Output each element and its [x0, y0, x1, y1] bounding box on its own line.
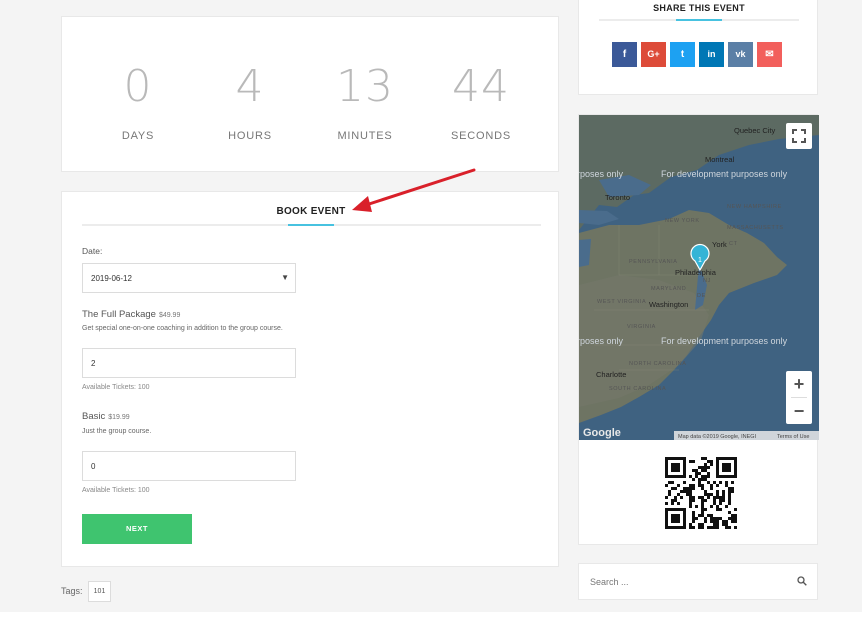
qr-code: [665, 457, 737, 529]
vk-icon[interactable]: vk: [728, 42, 753, 67]
package-basic-availability: Available Tickets: 100: [82, 487, 150, 494]
facebook-icon[interactable]: f: [612, 42, 637, 67]
date-select-value: 2019-06-12: [91, 274, 132, 283]
book-event-card: BOOK EVENT Date: 2019-06-12 ▼ The Full P…: [61, 191, 559, 567]
map-card: rposes only For development purposes onl…: [578, 114, 819, 545]
package-full-title: The Full Package $49.99: [82, 309, 180, 320]
share-card: SHARE THIS EVENT f G+ t in vk ✉: [578, 0, 818, 95]
map-label-de: DE: [697, 293, 706, 299]
package-basic-name: Basic: [82, 411, 106, 422]
package-full-description: Get special one-on-one coaching in addit…: [82, 325, 283, 332]
map-label-philadelphia: Philadelphia: [675, 268, 717, 277]
date-select[interactable]: 2019-06-12 ▼: [82, 263, 296, 293]
search-input[interactable]: Search ...: [590, 577, 629, 587]
package-basic-description: Just the group course.: [82, 428, 152, 435]
map-fullscreen-button[interactable]: [786, 123, 812, 149]
tag-item[interactable]: 101: [88, 581, 111, 602]
map-zoom-controls: + −: [786, 371, 812, 424]
package-basic-quantity-input[interactable]: 0: [82, 451, 296, 481]
fullscreen-icon: [792, 129, 806, 143]
map-label-charlotte: Charlotte: [596, 370, 626, 379]
package-full-quantity-input[interactable]: 2: [82, 348, 296, 378]
package-full-quantity-value: 2: [91, 359, 96, 368]
map-canvas: rposes only For development purposes onl…: [579, 115, 819, 440]
map-terms-link[interactable]: Terms of Use: [777, 434, 809, 440]
map-label-washington: Washington: [649, 300, 688, 309]
share-title: SHARE THIS EVENT: [653, 3, 745, 13]
twitter-icon[interactable]: t: [670, 42, 695, 67]
google-logo: Google: [583, 427, 621, 439]
countdown-minutes-label: MINUTES: [337, 130, 393, 142]
map-label-new-hampshire: NEW HAMPSHIRE: [727, 204, 782, 210]
map-label-virginia: VIRGINIA: [627, 324, 656, 330]
date-label: Date:: [82, 246, 103, 256]
map-label-west-virginia: WEST VIRGINIA: [597, 299, 646, 305]
package-full-name: The Full Package: [82, 309, 156, 320]
countdown-minutes-value: 13: [336, 61, 394, 112]
package-basic-title: Basic $19.99: [82, 411, 130, 422]
map-watermark-1: For development purposes only: [661, 169, 788, 179]
share-accent-bar: [676, 19, 722, 21]
map-label-quebec: Quebec City: [734, 126, 776, 135]
title-accent-bar: [288, 224, 334, 226]
next-button[interactable]: NEXT: [82, 514, 192, 544]
package-basic-quantity-value: 0: [91, 462, 96, 471]
tags-label: Tags:: [61, 586, 83, 596]
zoom-in-button[interactable]: +: [786, 371, 812, 397]
zoom-out-button[interactable]: −: [786, 398, 812, 424]
map-label-maryland: MARYLAND: [651, 286, 686, 292]
countdown-days-value: 0: [123, 61, 153, 112]
countdown-days-label: DAYS: [121, 130, 155, 142]
map-marker-label: 1: [698, 257, 702, 264]
map-label-york: York: [712, 240, 727, 249]
map-label-nj: NJ: [703, 278, 711, 284]
package-basic-price: $19.99: [108, 414, 130, 421]
map-label-montreal: Montreal: [705, 155, 735, 164]
package-full-availability: Available Tickets: 100: [82, 384, 150, 391]
map-label-new-york: NEW YORK: [665, 218, 700, 224]
countdown-seconds-value: 44: [452, 61, 510, 112]
linkedin-icon[interactable]: in: [699, 42, 724, 67]
map-label-south-carolina: SOUTH CAROLINA: [609, 386, 666, 392]
search-box[interactable]: Search ...: [578, 563, 818, 600]
countdown-hours-value: 4: [235, 61, 265, 112]
map-watermark-2: For development purposes only: [661, 336, 788, 346]
map-watermark-partial-1: rposes only: [579, 169, 624, 179]
select-caret-icon: ▼: [281, 273, 289, 282]
countdown-card: 0 DAYS 4 HOURS 13 MINUTES 44 SECONDS: [61, 16, 559, 172]
map-label-north-carolina: NORTH CAROLINA: [629, 361, 687, 367]
map-label-pennsylvania: PENNSYLVANIA: [629, 259, 678, 265]
map-view[interactable]: rposes only For development purposes onl…: [579, 115, 819, 440]
countdown-hours-label: HOURS: [228, 130, 272, 142]
countdown-seconds-label: SECONDS: [451, 130, 511, 142]
google-plus-icon[interactable]: G+: [641, 42, 666, 67]
map-attribution: Map data ©2019 Google, INEGI: [678, 433, 757, 440]
package-full-price: $49.99: [158, 312, 181, 319]
map-label-massachusetts: MASSACHUSETTS: [727, 225, 784, 231]
email-icon[interactable]: ✉: [757, 42, 782, 67]
map-label-toronto: Toronto: [605, 193, 630, 202]
search-icon[interactable]: [797, 576, 807, 586]
map-watermark-partial-2: rposes only: [579, 336, 624, 346]
book-event-title: BOOK EVENT: [276, 206, 346, 217]
map-label-ct: CT: [729, 241, 738, 247]
